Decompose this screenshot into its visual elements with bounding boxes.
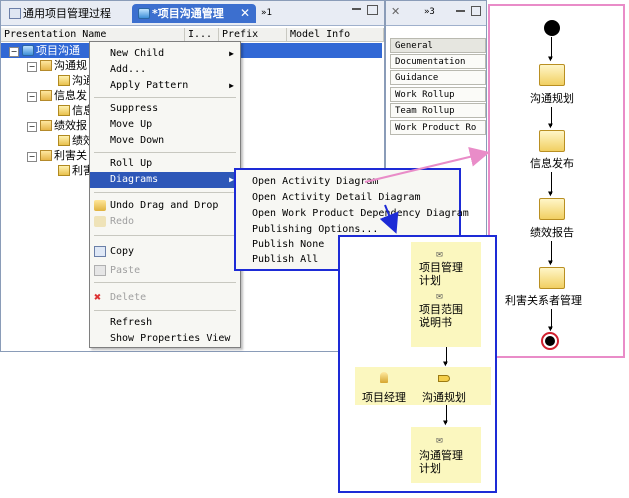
pink-callout-arrow	[364, 147, 490, 183]
callout-arrows	[364, 147, 490, 234]
blue-callout-arrow	[379, 204, 399, 234]
